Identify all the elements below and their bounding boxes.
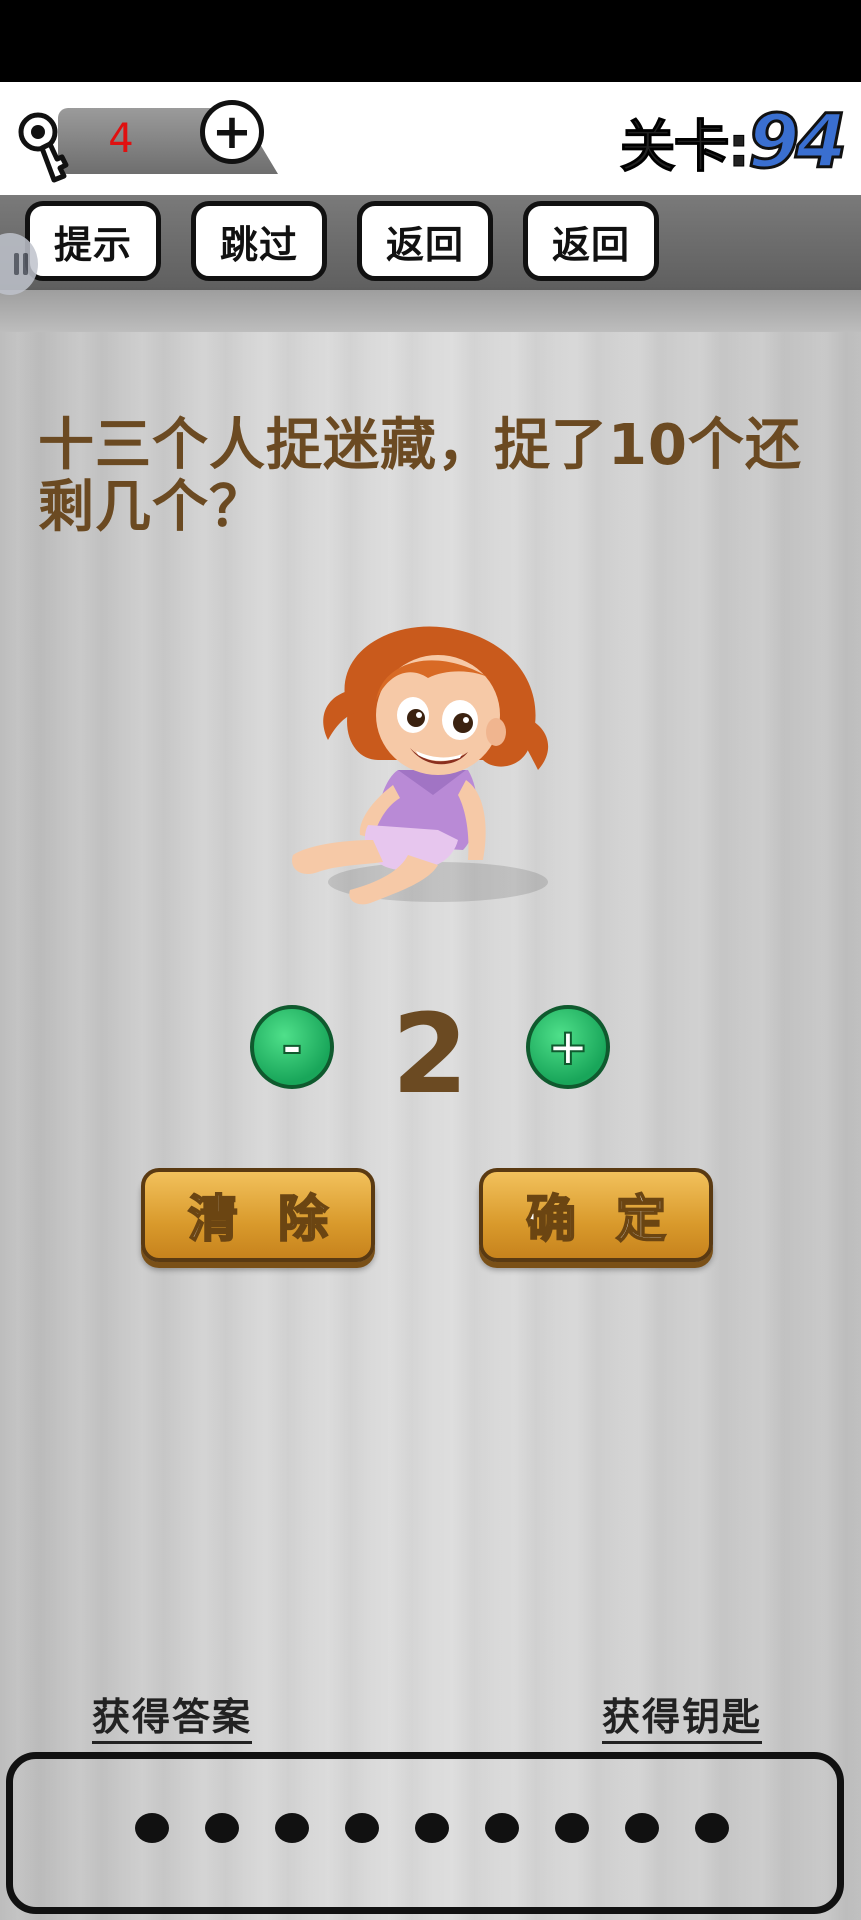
level-indicator: 关卡: 94 [619, 98, 849, 187]
status-bar [0, 0, 861, 82]
back-button-2[interactable]: 返回 [523, 201, 659, 281]
answer-slot-dot [555, 1813, 589, 1843]
level-number: 94 [747, 98, 849, 187]
hint-button[interactable]: 提示 [25, 201, 161, 281]
key-icon [18, 112, 69, 183]
back-button[interactable]: 返回 [357, 201, 493, 281]
answer-slot-dot [485, 1813, 519, 1843]
answer-slot-dot [135, 1813, 169, 1843]
wood-background [0, 332, 861, 1920]
answer-slot-dot [205, 1813, 239, 1843]
key-count: 4 [108, 116, 134, 162]
answer-slot-dot [695, 1813, 729, 1843]
answer-slot-dot [625, 1813, 659, 1843]
level-label: 关卡: [619, 114, 750, 180]
answer-slot-dot [415, 1813, 449, 1843]
baby-girl-illustration [292, 626, 549, 905]
get-answer-link[interactable]: 获得答案 [92, 1686, 253, 1744]
confirm-button[interactable]: 确定 [479, 1168, 713, 1262]
answer-value: 2 [391, 990, 469, 1118]
decrement-button[interactable]: - [250, 1005, 334, 1089]
clear-button[interactable]: 清除 [141, 1168, 375, 1262]
answer-slot-dot [345, 1813, 379, 1843]
increment-button[interactable]: + [526, 1005, 610, 1089]
get-keys-link[interactable]: 获得钥匙 [602, 1686, 763, 1744]
answer-slots [0, 1808, 861, 1848]
answer-slot-dot [275, 1813, 309, 1843]
add-keys-button[interactable]: + [200, 100, 264, 164]
toolbar-shadow [0, 290, 861, 332]
skip-button[interactable]: 跳过 [191, 201, 327, 281]
question-text: 十三个人捉迷藏，捉了10个还剩几个？ [38, 413, 802, 540]
